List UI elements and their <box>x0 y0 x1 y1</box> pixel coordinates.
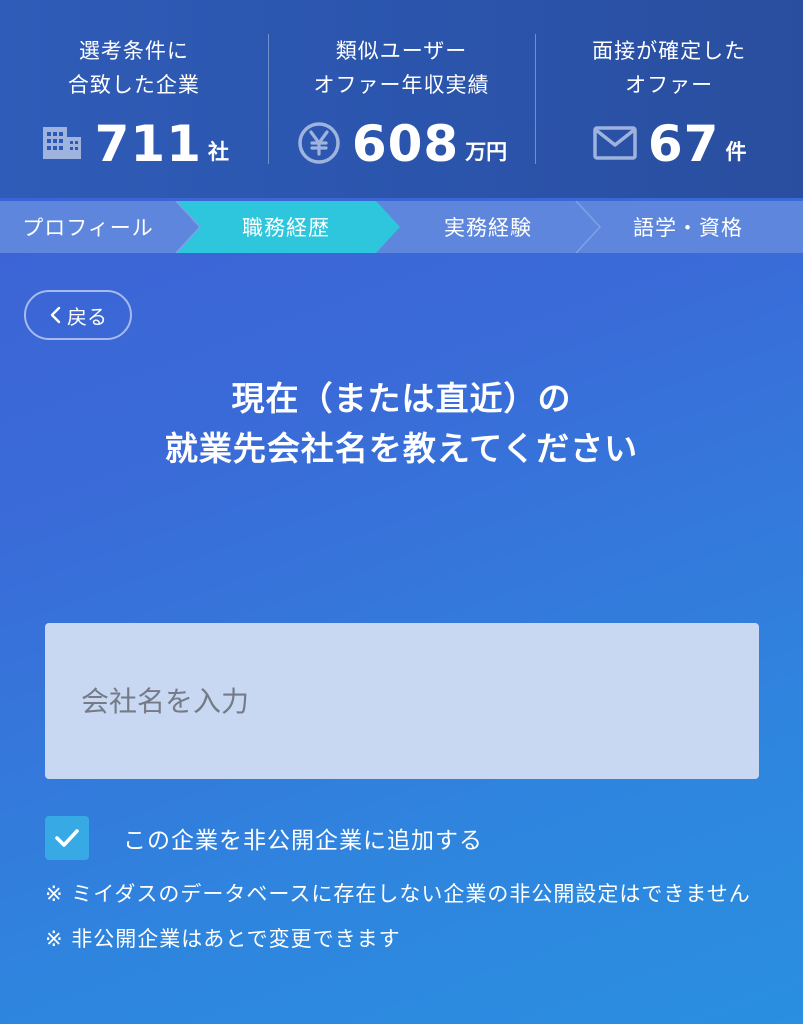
stat-unit: 件 <box>725 140 747 164</box>
question-line1: 現在（または直近）の <box>231 379 572 418</box>
back-button-label: 戻る <box>67 304 107 329</box>
stat-value-row: 608 万円 <box>296 112 507 172</box>
chevron-left-icon <box>50 306 61 324</box>
stat-number: 608 <box>351 115 460 173</box>
stat-unit: 万円 <box>465 140 508 164</box>
step-language-qualifications: 語学・資格 <box>633 216 743 240</box>
question-title: 現在（または直近）の 就業先会社名を教えてください <box>0 374 803 474</box>
stat-label-line2: オファー年収実績 <box>313 73 490 97</box>
stat-label-line1: 選考条件に <box>78 39 189 63</box>
private-company-checkbox-row[interactable]: この企業を非公開企業に追加する <box>45 816 483 860</box>
back-button[interactable]: 戻る <box>24 290 132 340</box>
stat-label: 類似ユーザー オファー年収実績 <box>314 34 490 102</box>
stat-matching-companies: 選考条件に 合致した企業 711 社 <box>0 0 268 198</box>
notes: ※ ミイダスのデータベースに存在しない企業の非公開設定はできません ※ 非公開企… <box>45 872 765 962</box>
note-changeable: ※ 非公開企業はあとで変更できます <box>45 927 401 951</box>
step-experience: 実務経験 <box>444 216 532 240</box>
mail-icon <box>592 120 638 166</box>
private-company-checkbox[interactable] <box>45 816 89 860</box>
stat-value-row: 711 社 <box>39 112 229 172</box>
stat-label-line2: 合致した企業 <box>67 73 200 97</box>
building-icon <box>39 120 85 166</box>
stat-number: 67 <box>647 115 720 173</box>
checkmark-icon <box>55 829 79 847</box>
stat-label: 選考条件に 合致した企業 <box>68 34 200 102</box>
stat-label-line2: オファー <box>625 73 714 97</box>
stat-label: 面接が確定した オファー <box>592 34 746 102</box>
yen-icon <box>296 120 342 166</box>
note-database: ※ ミイダスのデータベースに存在しない企業の非公開設定はできません <box>45 882 751 906</box>
stat-unit: 社 <box>208 140 230 164</box>
stat-offer-salary: 類似ユーザー オファー年収実績 608 万円 <box>267 0 536 198</box>
stats-header: 選考条件に 合致した企業 711 社 類似ユーザー オファー年収実績 608 万… <box>0 0 803 198</box>
step-work-history: 職務経歴 <box>242 216 330 240</box>
stat-label-line1: 類似ユーザー <box>335 39 468 63</box>
stat-value-row: 67 件 <box>592 112 747 173</box>
company-name-input[interactable] <box>45 623 759 779</box>
stat-number: 711 <box>94 115 203 173</box>
step-progress-bar: プロフィール 職務経歴 実務経験 語学・資格 <box>0 201 803 253</box>
stat-confirmed-offers: 面接が確定した オファー 67 件 <box>535 0 803 198</box>
question-line2: 就業先会社名を教えてください <box>164 429 639 468</box>
private-company-checkbox-label[interactable]: この企業を非公開企業に追加する <box>123 821 483 855</box>
step-profile: プロフィール <box>22 216 154 240</box>
stat-label-line1: 面接が確定した <box>592 39 747 63</box>
